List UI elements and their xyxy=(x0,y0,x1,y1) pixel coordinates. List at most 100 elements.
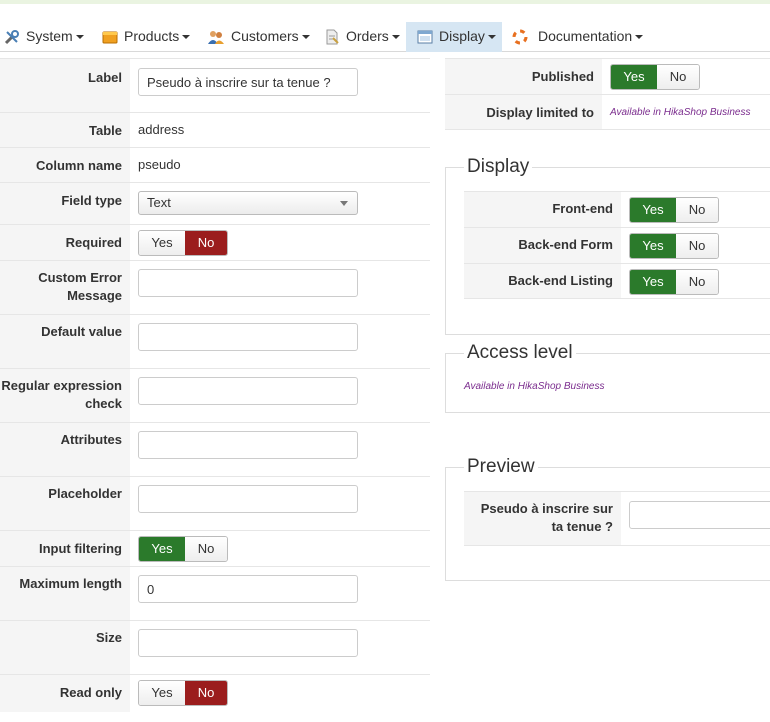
back-end-form-no-button[interactable]: No xyxy=(676,234,718,258)
display-icon xyxy=(417,30,433,44)
regex-label-line2: check xyxy=(85,396,122,411)
chevron-down-icon xyxy=(391,35,400,40)
label-input[interactable] xyxy=(138,68,358,96)
front-end-toggle: Yes No xyxy=(629,197,719,223)
read-only-yes-button[interactable]: Yes xyxy=(139,681,185,705)
preview-label-line2: ta tenue ? xyxy=(551,519,613,534)
display-legend: Display xyxy=(464,156,533,178)
placeholder-label: Placeholder xyxy=(0,477,130,530)
menu-display[interactable]: Display xyxy=(406,22,502,52)
preview-label-line1: Pseudo à inscrire sur xyxy=(480,501,613,516)
input-filtering-no-button[interactable]: No xyxy=(185,537,227,561)
row-read-only: Read only Yes No xyxy=(0,674,430,712)
back-end-form-label: Back-end Form xyxy=(464,228,621,263)
published-toggle: Yes No xyxy=(610,64,700,90)
chevron-down-icon xyxy=(182,35,191,40)
field-type-select[interactable]: Text xyxy=(138,191,358,215)
required-toggle: Yes No xyxy=(138,230,228,256)
row-placeholder: Placeholder xyxy=(0,476,430,530)
row-front-end: Front-end Yes No xyxy=(464,191,770,227)
table-value: address xyxy=(138,122,185,137)
default-value-input[interactable] xyxy=(138,323,358,351)
row-published: Published Yes No xyxy=(445,58,770,94)
row-label: Label xyxy=(0,58,430,112)
row-required: Required Yes No xyxy=(0,224,430,260)
required-no-button[interactable]: No xyxy=(185,231,227,255)
placeholder-input[interactable] xyxy=(138,485,358,513)
preview-legend: Preview xyxy=(464,456,538,478)
preview-input[interactable] xyxy=(629,501,770,529)
menu-documentation[interactable]: Documentation xyxy=(512,22,644,52)
column-name-label: Column name xyxy=(0,148,130,182)
attributes-input[interactable] xyxy=(138,431,358,459)
chevron-down-icon xyxy=(301,35,310,40)
input-filtering-toggle: Yes No xyxy=(138,536,228,562)
table-label: Table xyxy=(0,113,130,147)
row-default-value: Default value xyxy=(0,314,430,368)
menu-customers[interactable]: Customers xyxy=(207,22,311,52)
preview-fieldset: Preview Pseudo à inscrire sur ta tenue ? xyxy=(445,456,770,581)
access-level-note: Available in HikaShop Business xyxy=(464,381,605,392)
access-level-fieldset: Access level Available in HikaShop Busin… xyxy=(445,342,770,413)
front-end-no-button[interactable]: No xyxy=(676,198,718,222)
chevron-down-icon xyxy=(75,35,84,40)
read-only-no-button[interactable]: No xyxy=(185,681,227,705)
row-attributes: Attributes xyxy=(0,422,430,476)
box-icon xyxy=(102,31,118,44)
published-label: Published xyxy=(445,59,602,94)
back-end-listing-yes-button[interactable]: Yes xyxy=(630,270,676,294)
row-size: Size xyxy=(0,620,430,674)
users-icon xyxy=(208,31,224,45)
row-column-name: Column name pseudo xyxy=(0,147,430,182)
menu-products[interactable]: Products xyxy=(102,22,198,52)
back-end-listing-label: Back-end Listing xyxy=(464,264,621,298)
custom-error-input[interactable] xyxy=(138,269,358,297)
back-end-listing-no-button[interactable]: No xyxy=(676,270,718,294)
regex-label: Regular expression check xyxy=(0,369,130,422)
regex-input[interactable] xyxy=(138,377,358,405)
row-back-end-listing: Back-end Listing Yes No xyxy=(464,263,770,299)
input-filtering-yes-button[interactable]: Yes xyxy=(139,537,185,561)
menu-system[interactable]: System xyxy=(4,22,92,52)
row-table: Table address xyxy=(0,112,430,147)
maximum-length-label: Maximum length xyxy=(0,567,130,620)
document-icon xyxy=(326,29,339,45)
field-type-label: Field type xyxy=(0,183,130,224)
row-display-limited: Display limited to Available in HikaShop… xyxy=(445,94,770,130)
preview-field-label: Pseudo à inscrire sur ta tenue ? xyxy=(464,492,621,545)
size-label: Size xyxy=(0,621,130,674)
field-form: Label Table address Column name pseudo F… xyxy=(0,58,430,712)
back-end-form-toggle: Yes No xyxy=(629,233,719,259)
display-fieldset: Display Front-end Yes No Back-end Form Y… xyxy=(445,156,770,335)
front-end-yes-button[interactable]: Yes xyxy=(630,198,676,222)
required-yes-button[interactable]: Yes xyxy=(139,231,185,255)
label-label: Label xyxy=(0,59,130,112)
row-back-end-form: Back-end Form Yes No xyxy=(464,227,770,263)
field-type-value: Text xyxy=(147,195,171,210)
row-field-type: Field type Text xyxy=(0,182,430,224)
publish-panel: Published Yes No Display limited to Avai… xyxy=(445,58,770,130)
regex-label-line1: Regular expression xyxy=(1,378,122,393)
published-yes-button[interactable]: Yes xyxy=(611,65,657,89)
input-filtering-label: Input filtering xyxy=(0,531,130,566)
lifebuoy-icon xyxy=(512,29,528,45)
read-only-toggle: Yes No xyxy=(138,680,228,706)
tools-icon xyxy=(4,30,19,45)
menu-orders[interactable]: Orders xyxy=(324,22,402,52)
display-limited-label: Display limited to xyxy=(445,95,602,129)
published-no-button[interactable]: No xyxy=(657,65,699,89)
read-only-label: Read only xyxy=(0,675,130,712)
menu-documentation-label: Documentation xyxy=(538,28,633,44)
display-limited-note: Available in HikaShop Business xyxy=(610,107,751,118)
size-input[interactable] xyxy=(138,629,358,657)
row-regex: Regular expression check xyxy=(0,368,430,422)
menu-customers-label: Customers xyxy=(231,28,299,44)
required-label: Required xyxy=(0,225,130,260)
attributes-label: Attributes xyxy=(0,423,130,476)
menu-orders-label: Orders xyxy=(346,28,389,44)
chevron-down-icon xyxy=(635,35,644,40)
custom-error-label: Custom Error Message xyxy=(0,261,130,314)
access-level-legend: Access level xyxy=(464,342,576,364)
maximum-length-input[interactable] xyxy=(138,575,358,603)
back-end-form-yes-button[interactable]: Yes xyxy=(630,234,676,258)
